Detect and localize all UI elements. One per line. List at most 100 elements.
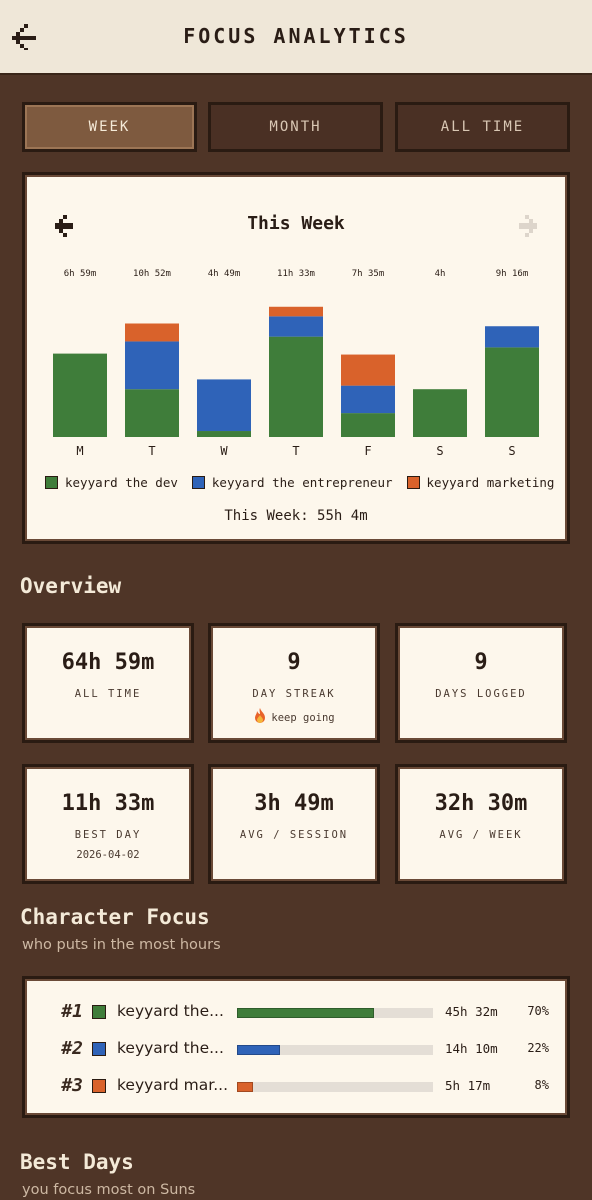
character-percent: 22% bbox=[527, 1041, 549, 1055]
week-total: This Week: 55h 4m bbox=[224, 508, 368, 524]
legend-label: keyyard the entrepreneur bbox=[211, 475, 393, 490]
bar-segment bbox=[125, 341, 179, 390]
x-tick-label: S bbox=[508, 444, 515, 458]
bar-total-label: 6h 59m bbox=[64, 269, 97, 279]
tab-week[interactable]: WEEK bbox=[22, 102, 197, 152]
ranking-row[interactable]: #2 keyyard the... 14h 10m 22% bbox=[25, 1034, 573, 1064]
character-percent: 70% bbox=[527, 1004, 549, 1018]
period-tabs: WEEK MONTH ALL TIME bbox=[22, 102, 570, 152]
bar-total-label: 9h 16m bbox=[496, 269, 529, 279]
character-name: keyyard mar... bbox=[117, 1076, 228, 1094]
streak-note-text: keep going bbox=[271, 712, 335, 724]
bar-segment bbox=[269, 336, 323, 437]
bar-segment bbox=[53, 353, 107, 437]
x-tick-label: W bbox=[220, 444, 228, 458]
legend-swatch bbox=[45, 476, 58, 489]
bar-segment bbox=[269, 306, 323, 317]
stat-card-best-day: 11h 33m BEST DAY 2026-04-02 bbox=[22, 764, 194, 884]
bar-segment bbox=[341, 385, 395, 414]
character-percent: 8% bbox=[534, 1078, 549, 1092]
stat-value: 3h 49m bbox=[254, 791, 334, 816]
bar-segment bbox=[197, 431, 251, 437]
stat-label: ALL TIME bbox=[74, 688, 142, 700]
overview-heading: Overview bbox=[20, 574, 122, 598]
stat-value: 32h 30m bbox=[434, 791, 528, 816]
bar-segment bbox=[485, 347, 539, 437]
bar-segment bbox=[197, 379, 251, 432]
bar-segment bbox=[413, 389, 467, 437]
tab-month[interactable]: MONTH bbox=[208, 102, 383, 152]
legend-item: keyyard the entrepreneur bbox=[191, 475, 393, 490]
stat-card-all-time: 64h 59m ALL TIME bbox=[22, 623, 194, 743]
share-bar-fill bbox=[237, 1008, 375, 1018]
character-name: keyyard the... bbox=[117, 1039, 224, 1057]
chart-title: This Week bbox=[247, 213, 345, 234]
share-bar-track bbox=[237, 1082, 433, 1092]
chart-legend: keyyard the dev keyyard the entrepreneur… bbox=[45, 475, 554, 490]
stat-label: AVG / WEEK bbox=[439, 829, 523, 841]
stat-card-avg-week: 32h 30m AVG / WEEK bbox=[395, 764, 567, 884]
stat-value: 9 bbox=[287, 650, 301, 675]
bar-total-label: 4h bbox=[435, 269, 446, 279]
best-days-subtitle: you focus most on Suns bbox=[22, 1182, 196, 1198]
tab-all-time[interactable]: ALL TIME bbox=[395, 102, 570, 152]
x-tick-label: T bbox=[148, 444, 155, 458]
x-tick-label: F bbox=[364, 444, 371, 458]
legend-swatch bbox=[406, 476, 420, 489]
bar-segment bbox=[485, 326, 539, 348]
stat-label: DAY STREAK bbox=[252, 688, 336, 700]
stat-card-avg-session: 3h 49m AVG / SESSION bbox=[208, 764, 380, 884]
streak-note: keep going bbox=[211, 708, 377, 724]
share-bar-fill bbox=[237, 1082, 253, 1092]
share-bar-track bbox=[237, 1045, 433, 1055]
bar-segment bbox=[341, 354, 395, 386]
character-swatch bbox=[92, 1042, 106, 1056]
character-time: 45h 32m bbox=[445, 1004, 498, 1019]
character-name: keyyard the... bbox=[117, 1002, 224, 1020]
legend-label: keyyard marketing bbox=[426, 475, 555, 490]
bar-segment bbox=[269, 316, 323, 337]
rank-number: #3 bbox=[61, 1075, 83, 1096]
character-swatch bbox=[92, 1005, 106, 1019]
stat-card-day-streak: 9 DAY STREAK keep going bbox=[208, 623, 380, 743]
bar-total-label: 7h 35m bbox=[352, 269, 385, 279]
legend-swatch bbox=[191, 476, 205, 489]
bar-segment bbox=[125, 389, 179, 437]
character-time: 14h 10m bbox=[445, 1041, 498, 1056]
stacked-bar-chart: 6h 59m M 10h 52m T 4h 49m W 11h 33m T 7h 35m F 4h S… bbox=[53, 269, 539, 458]
bar-total-label: 4h 49m bbox=[208, 269, 241, 279]
share-bar-track bbox=[237, 1008, 433, 1018]
character-time: 5h 17m bbox=[445, 1078, 491, 1093]
legend-label: keyyard the dev bbox=[65, 475, 178, 490]
stat-value: 64h 59m bbox=[61, 650, 155, 675]
stat-label: DAYS LOGGED bbox=[435, 688, 527, 700]
page-title: FOCUS ANALYTICS bbox=[183, 24, 409, 48]
stat-label: BEST DAY bbox=[74, 829, 142, 841]
app-header: FOCUS ANALYTICS bbox=[0, 0, 592, 75]
ranking-row[interactable]: #1 keyyard the... 45h 32m 70% bbox=[25, 997, 573, 1027]
stat-value: 9 bbox=[474, 650, 488, 675]
legend-item: keyyard marketing bbox=[406, 475, 555, 490]
bar-total-label: 10h 52m bbox=[133, 269, 171, 279]
rank-number: #1 bbox=[61, 1001, 83, 1022]
rank-number: #2 bbox=[61, 1038, 83, 1059]
bar-segment bbox=[341, 413, 395, 437]
share-bar-fill bbox=[237, 1045, 281, 1055]
bar-total-label: 11h 33m bbox=[277, 269, 315, 279]
x-tick-label: S bbox=[436, 444, 443, 458]
arrow-right-icon[interactable] bbox=[519, 215, 537, 237]
character-focus-heading: Character Focus bbox=[20, 905, 210, 929]
character-focus-subtitle: who puts in the most hours bbox=[22, 937, 221, 953]
best-day-date: 2026-04-02 bbox=[76, 849, 140, 861]
x-tick-label: M bbox=[76, 444, 83, 458]
weekly-chart-card: This Week 6h 59m M 10h 52m T 4h 49m W 11h 33m T… bbox=[22, 172, 570, 544]
stat-card-days-logged: 9 DAYS LOGGED bbox=[395, 623, 567, 743]
bar-segment bbox=[125, 323, 179, 342]
stat-label: AVG / SESSION bbox=[239, 829, 349, 841]
legend-item: keyyard the dev bbox=[45, 475, 178, 490]
best-days-heading: Best Days bbox=[20, 1150, 134, 1174]
flame-icon bbox=[255, 708, 266, 723]
ranking-row[interactable]: #3 keyyard mar... 5h 17m 8% bbox=[25, 1071, 573, 1101]
character-swatch bbox=[92, 1079, 106, 1093]
x-tick-label: T bbox=[292, 444, 299, 458]
